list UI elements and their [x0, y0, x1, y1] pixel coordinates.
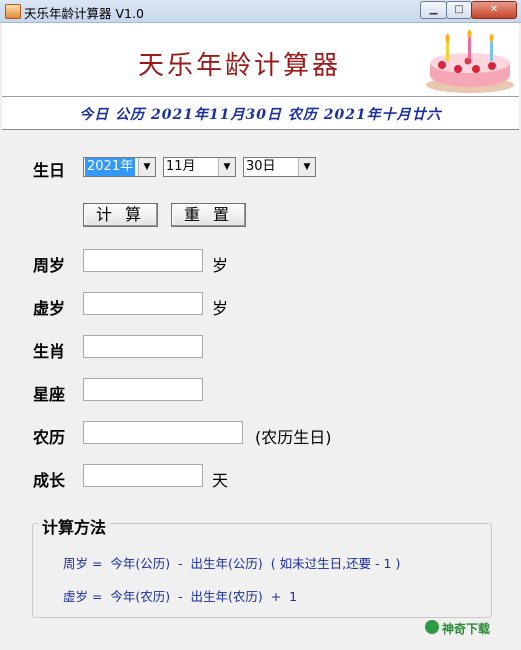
growth-days-field[interactable] — [83, 464, 203, 487]
app-icon — [5, 4, 21, 19]
birth-month-value: 11月 — [166, 159, 196, 174]
app-title: 天乐年龄计算器 — [137, 51, 341, 81]
nominal-age-field[interactable] — [83, 292, 203, 315]
birth-month-select[interactable]: 11月 ▼ — [163, 157, 236, 177]
chevron-down-icon[interactable]: ▼ — [138, 158, 155, 176]
growth-label: 成长 — [33, 471, 66, 490]
maximize-button[interactable]: □ — [446, 1, 472, 19]
lunar-birthday-field[interactable] — [83, 421, 243, 444]
birth-year-value: 2021年 — [85, 158, 136, 176]
reset-button[interactable]: 重 置 — [171, 203, 246, 227]
nominal-age-label: 虚岁 — [33, 299, 66, 318]
full-age-field[interactable] — [83, 249, 203, 272]
birthday-label: 生日 — [33, 161, 66, 180]
title-bar: 天乐年龄计算器 V1.0 ▁ □ ✕ — [0, 0, 521, 23]
watermark-logo-icon — [425, 620, 439, 634]
birth-day-select[interactable]: 30日 ▼ — [243, 157, 316, 177]
birth-day-value: 30日 — [246, 159, 276, 174]
zodiac-label: 生肖 — [33, 342, 66, 361]
nominal-age-formula: 虚岁 = 今年(农历) - 出生年(农历) + 1 — [63, 589, 298, 604]
full-age-unit: 岁 — [212, 256, 229, 275]
watermark-text: 神奇下载 — [442, 622, 491, 636]
calculation-method-title: 计算方法 — [38, 514, 111, 538]
lunar-birthday-label: 农历 — [33, 428, 66, 447]
full-age-formula: 周岁 = 今年(公历) - 出生年(公历) ( 如未过生日,还要 - 1 ) — [63, 556, 401, 571]
constellation-field[interactable] — [83, 378, 203, 401]
minimize-button[interactable]: ▁ — [420, 1, 447, 19]
today-date-bar: 今日 公历 2021年11月30日 农历 2021年十月廿六 — [2, 97, 519, 130]
zodiac-field[interactable] — [83, 335, 203, 358]
birth-year-select[interactable]: 2021年 ▼ — [83, 157, 156, 177]
banner: 天乐年龄计算器 — [2, 23, 519, 97]
chevron-down-icon[interactable]: ▼ — [298, 158, 315, 176]
window-title: 天乐年龄计算器 V1.0 — [24, 6, 144, 21]
growth-unit: 天 — [212, 471, 229, 490]
nominal-age-unit: 岁 — [212, 299, 229, 318]
chevron-down-icon[interactable]: ▼ — [218, 158, 235, 176]
today-date-text: 今日 公历 2021年11月30日 农历 2021年十月廿六 — [79, 107, 442, 123]
lunar-birthday-hint: (农历生日) — [255, 428, 332, 447]
close-button[interactable]: ✕ — [471, 1, 517, 19]
calculate-button[interactable]: 计 算 — [83, 203, 158, 227]
full-age-label: 周岁 — [33, 256, 66, 275]
birthday-cake-icon — [420, 29, 516, 93]
constellation-label: 星座 — [33, 385, 66, 404]
